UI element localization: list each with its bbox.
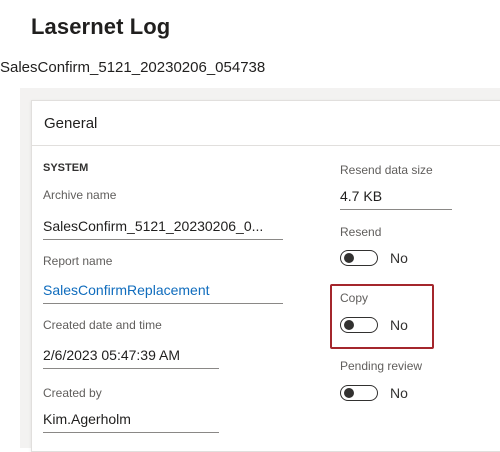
archive-name-field[interactable]: SalesConfirm_5121_20230206_0... [43, 218, 283, 240]
copy-highlight-box [330, 284, 434, 349]
toggle-knob-icon [344, 253, 354, 263]
created-datetime-label: Created date and time [43, 318, 162, 332]
report-name-link[interactable]: SalesConfirmReplacement [43, 282, 283, 304]
toggle-knob-icon [344, 388, 354, 398]
record-id: SalesConfirm_5121_20230206_054738 [0, 59, 266, 76]
pending-review-toggle-track[interactable] [340, 385, 378, 401]
report-name-label: Report name [43, 254, 113, 268]
page-title: Lasernet Log [31, 14, 171, 39]
general-card-header[interactable]: General [32, 101, 500, 146]
created-datetime-field[interactable]: 2/6/2023 05:47:39 AM [43, 347, 219, 369]
archive-name-label: Archive name [43, 188, 117, 202]
resend-label: Resend [340, 225, 382, 239]
pending-review-label: Pending review [340, 359, 423, 373]
resend-data-size-field[interactable]: 4.7 KB [340, 188, 452, 210]
pending-review-toggle[interactable]: No [340, 385, 408, 401]
created-by-label: Created by [43, 386, 102, 400]
resend-toggle-state: No [390, 250, 408, 266]
pending-review-toggle-state: No [390, 385, 408, 401]
system-group-label: SYSTEM [43, 162, 89, 174]
resend-toggle-track[interactable] [340, 250, 378, 266]
resend-data-size-label: Resend data size [340, 163, 433, 177]
resend-toggle[interactable]: No [340, 250, 408, 266]
general-card-title: General [44, 115, 98, 132]
created-by-field[interactable]: Kim.Agerholm [43, 411, 219, 433]
